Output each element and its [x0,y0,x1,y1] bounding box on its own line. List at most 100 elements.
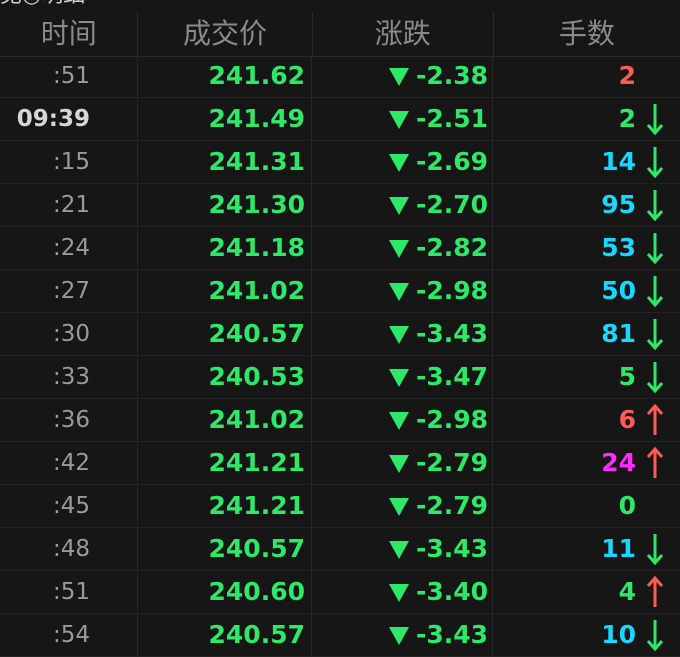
tick-price: 241.21 [138,485,312,527]
tick-volume: 0 [618,491,636,520]
down-triangle-icon [389,541,409,559]
down-triangle-icon [389,455,409,473]
tick-change: -2.51 [312,98,493,140]
tick-table-header: 时间 成交价 涨跌 手数 [0,12,680,57]
tick-change: -3.43 [312,313,493,355]
tick-change: -3.47 [312,356,493,398]
change-value: -2.98 [415,405,488,434]
tick-time: :30 [0,313,138,355]
tick-time: :24 [0,227,138,269]
change-value: -2.70 [415,190,488,219]
tick-volume: 50 [601,276,636,305]
change-value: -2.98 [415,276,488,305]
down-triangle-icon [389,326,409,344]
tick-time: :15 [0,141,138,183]
table-row[interactable]: :24 241.18 -2.82 53 [0,227,680,270]
down-triangle-icon [389,627,409,645]
tick-volume-cell: 4 [493,571,680,613]
change-value: -2.69 [415,147,488,176]
down-triangle-icon [389,240,409,258]
tick-volume: 2 [618,61,636,90]
tick-price: 241.21 [138,442,312,484]
table-row[interactable]: :36 241.02 -2.98 6 [0,399,680,442]
tick-price: 240.53 [138,356,312,398]
tick-price: 241.62 [138,55,312,97]
change-value: -2.79 [415,491,488,520]
tick-volume-cell: 11 [493,528,680,570]
table-row[interactable]: :51 240.60 -3.40 4 [0,571,680,614]
tick-time: :45 [0,485,138,527]
tick-change: -2.98 [312,270,493,312]
tick-price: 240.57 [138,614,312,656]
down-arrow-icon [645,618,665,652]
change-value: -3.40 [415,577,488,606]
change-value: -2.79 [415,448,488,477]
tick-price: 241.18 [138,227,312,269]
table-row[interactable]: :54 240.57 -3.43 10 [0,614,680,657]
down-triangle-icon [389,111,409,129]
up-arrow-icon [645,575,665,609]
tick-time: :33 [0,356,138,398]
tick-volume: 53 [601,233,636,262]
tick-volume: 81 [601,319,636,348]
change-value: -2.51 [415,104,488,133]
change-value: -3.47 [415,362,488,391]
tick-volume-cell: 5 [493,356,680,398]
tick-price: 241.49 [138,98,312,140]
header-time[interactable]: 时间 [0,12,139,56]
tick-volume: 6 [618,405,636,434]
tick-price: 240.60 [138,571,312,613]
table-row[interactable]: :45 241.21 -2.79 0 [0,485,680,528]
tick-time: :51 [0,571,138,613]
tick-volume: 14 [601,147,636,176]
table-row[interactable]: :51 241.62 -2.38 2 [0,55,680,98]
tick-price: 241.02 [138,270,312,312]
tick-change: -3.43 [312,528,493,570]
tick-volume-cell: 0 [493,485,680,527]
tick-volume-cell: 6 [493,399,680,441]
tick-time: :51 [0,55,138,97]
change-value: -2.82 [415,233,488,262]
tick-price: 241.31 [138,141,312,183]
tick-change: -2.38 [312,55,493,97]
tick-change: -2.69 [312,141,493,183]
change-value: -2.38 [415,61,488,90]
table-row[interactable]: 09:39 241.49 -2.51 2 [0,98,680,141]
down-arrow-icon [645,532,665,566]
up-arrow-icon [645,403,665,437]
tick-time: :48 [0,528,138,570]
down-arrow-icon [645,145,665,179]
tick-price: 240.57 [138,528,312,570]
table-row[interactable]: :27 241.02 -2.98 50 [0,270,680,313]
tick-volume: 24 [601,448,636,477]
panel-title-fragment: 见◎明细 [0,0,85,8]
tick-volume: 2 [618,104,636,133]
tick-volume: 4 [618,577,636,606]
tick-time: :21 [0,184,138,226]
down-triangle-icon [389,498,409,516]
tick-time: :42 [0,442,138,484]
change-value: -3.43 [415,620,488,649]
table-row[interactable]: :42 241.21 -2.79 24 [0,442,680,485]
table-row[interactable]: :21 241.30 -2.70 95 [0,184,680,227]
change-value: -3.43 [415,319,488,348]
tick-volume-cell: 10 [493,614,680,656]
tick-time: 09:39 [0,98,138,140]
header-change[interactable]: 涨跌 [313,12,494,56]
tick-volume-cell: 81 [493,313,680,355]
tick-change: -3.43 [312,614,493,656]
tick-volume: 10 [601,620,636,649]
tick-price: 241.30 [138,184,312,226]
table-row[interactable]: :30 240.57 -3.43 81 [0,313,680,356]
tick-volume: 95 [601,190,636,219]
table-row[interactable]: :15 241.31 -2.69 14 [0,141,680,184]
header-price[interactable]: 成交价 [138,12,313,56]
table-row[interactable]: :33 240.53 -3.47 5 [0,356,680,399]
tick-volume-cell: 14 [493,141,680,183]
tick-volume: 11 [601,534,636,563]
table-row[interactable]: :48 240.57 -3.43 11 [0,528,680,571]
tick-time: :27 [0,270,138,312]
header-volume[interactable]: 手数 [494,12,680,56]
tick-table-body: :51 241.62 -2.38 2 09:39 241.49 -2.51 2:15 241.3… [0,55,680,657]
down-triangle-icon [389,584,409,602]
